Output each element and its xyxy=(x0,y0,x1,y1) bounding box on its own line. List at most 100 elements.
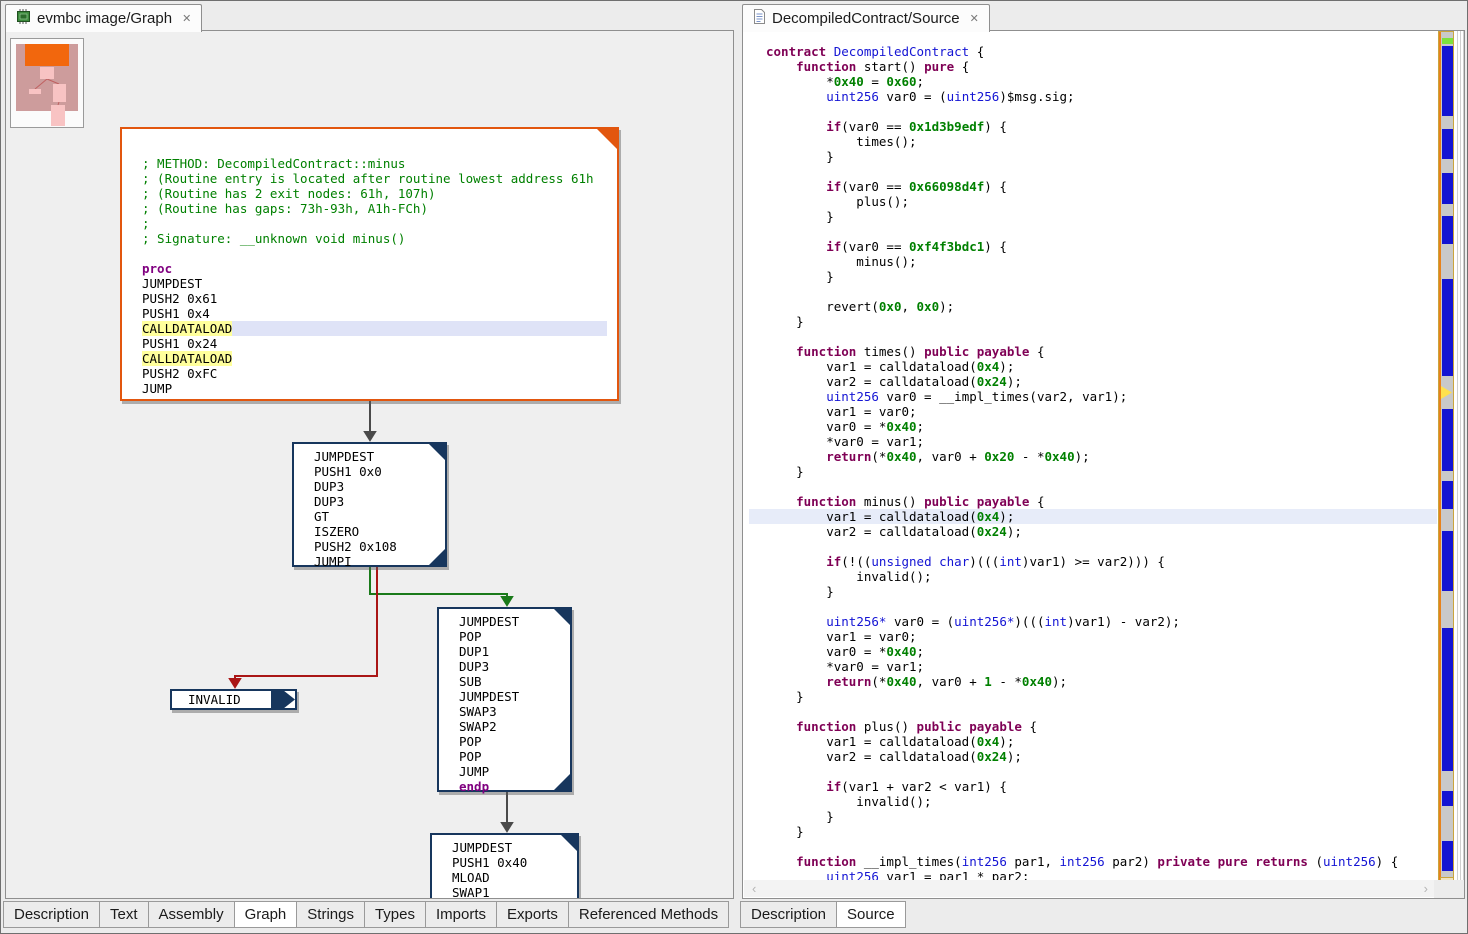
source-line: *0x40 = 0x60; xyxy=(749,74,1437,89)
ruler-green-mark[interactable] xyxy=(1442,38,1453,44)
minimap-viewport[interactable] xyxy=(25,44,69,66)
horizontal-scrollbar[interactable]: ‹ › xyxy=(744,880,1436,897)
node-code: JUMPDESTPUSH1 0x40MLOADSWAP1DUP2 xyxy=(432,835,577,899)
asm-line: ; Signature: __unknown void minus() xyxy=(142,231,617,246)
source-line: function plus() public payable { xyxy=(749,719,1437,734)
asm-line: ; (Routine has 2 exit nodes: 61h, 107h) xyxy=(142,186,617,201)
source-line: *var0 = var1; xyxy=(749,659,1437,674)
asm-line: PUSH2 0xFC xyxy=(142,366,617,381)
scrollbar-corner xyxy=(1434,880,1464,898)
document-icon xyxy=(753,9,766,28)
asm-line: JUMPDEST xyxy=(142,276,617,291)
graph-node-invalid[interactable]: INVALID xyxy=(170,689,297,710)
ruler-mark[interactable] xyxy=(1442,46,1453,116)
source-line: } xyxy=(749,689,1437,704)
ruler-mark[interactable] xyxy=(1442,216,1453,244)
tab-exports[interactable]: Exports xyxy=(496,901,569,928)
ruler-mark[interactable] xyxy=(1442,409,1453,471)
tab-referenced-methods[interactable]: Referenced Methods xyxy=(568,901,729,928)
source-line: if(!((unsigned char)(((int)var1) >= var2… xyxy=(749,554,1437,569)
graph-node-condition[interactable]: JUMPDESTPUSH1 0x0DUP3DUP3GTISZEROPUSH2 0… xyxy=(292,442,447,567)
ruler-mark[interactable] xyxy=(1442,628,1453,771)
source-line: var2 = calldataload(0x24); xyxy=(749,749,1437,764)
source-line: contract DecompiledContract { xyxy=(749,44,1437,59)
tab-text[interactable]: Text xyxy=(99,901,149,928)
fold-corner-icon xyxy=(597,129,617,149)
ruler-mark[interactable] xyxy=(1442,791,1453,806)
graph-canvas[interactable]: ; METHOD: DecompiledContract::minus; (Ro… xyxy=(5,30,734,899)
scroll-left-icon[interactable]: ‹ xyxy=(752,881,756,896)
tab-description[interactable]: Description xyxy=(3,901,100,928)
asm-line: CALLDATALOAD xyxy=(142,351,617,366)
asm-line: JUMPI xyxy=(314,554,445,569)
asm-line: POP xyxy=(459,734,570,749)
close-icon[interactable]: ✕ xyxy=(182,12,191,25)
source-line: function times() public payable { xyxy=(749,344,1437,359)
source-line: revert(0x0, 0x0); xyxy=(749,299,1437,314)
source-line xyxy=(749,104,1437,119)
tab-graph-title: evmbc image/Graph xyxy=(37,10,172,27)
ruler-mark[interactable] xyxy=(1442,129,1453,159)
source-line: } xyxy=(749,314,1437,329)
source-code[interactable]: contract DecompiledContract { function s… xyxy=(749,44,1437,884)
asm-line: ; METHOD: DecompiledContract::minus xyxy=(142,156,617,171)
source-line: *var0 = var1; xyxy=(749,434,1437,449)
source-panel-tabbar: DescriptionSource xyxy=(740,901,1467,932)
source-line: uint256 var0 = __impl_times(var2, var1); xyxy=(749,389,1437,404)
source-line: var0 = *0x40; xyxy=(749,419,1437,434)
tab-source[interactable]: Source xyxy=(836,901,906,928)
current-position-arrow-icon[interactable] xyxy=(1441,386,1452,399)
fold-corner-icon xyxy=(561,835,577,851)
overview-ruler-rail[interactable] xyxy=(1436,31,1464,881)
source-line: if(var0 == 0x1d3b9edf) { xyxy=(749,119,1437,134)
ruler-mark[interactable] xyxy=(1442,279,1453,376)
tab-graph-view[interactable]: evmbc image/Graph ✕ xyxy=(5,4,202,32)
scroll-right-icon[interactable]: › xyxy=(1424,881,1428,896)
source-line: } xyxy=(749,149,1437,164)
source-line: function minus() public payable { xyxy=(749,494,1437,509)
source-line: return(*0x40, var0 + 0x20 - *0x40); xyxy=(749,449,1437,464)
tab-source-title: DecompiledContract/Source xyxy=(772,10,960,27)
source-line: } xyxy=(749,269,1437,284)
minimap-node xyxy=(29,89,41,94)
overview-ruler[interactable] xyxy=(1438,31,1454,881)
node-code: JUMPDESTPUSH1 0x0DUP3DUP3GTISZEROPUSH2 0… xyxy=(294,444,445,569)
asm-line: PUSH1 0x40 xyxy=(452,855,577,870)
graph-node-tail[interactable]: JUMPDESTPUSH1 0x40MLOADSWAP1DUP2 xyxy=(430,833,579,899)
tab-graph[interactable]: Graph xyxy=(234,901,298,928)
tab-source-view[interactable]: DecompiledContract/Source ✕ xyxy=(742,4,990,32)
tab-assembly[interactable]: Assembly xyxy=(148,901,235,928)
asm-line: JUMPDEST xyxy=(459,689,570,704)
asm-line: SWAP3 xyxy=(459,704,570,719)
source-line: var1 = calldataload(0x4); xyxy=(749,734,1437,749)
app-window: evmbc image/Graph ✕ DecompiledContract/S… xyxy=(0,0,1468,934)
source-line xyxy=(749,764,1437,779)
graph-node-entry[interactable]: ; METHOD: DecompiledContract::minus; (Ro… xyxy=(120,127,619,401)
source-line: if(var1 + var2 < var1) { xyxy=(749,779,1437,794)
source-line: plus(); xyxy=(749,194,1437,209)
asm-line: PUSH1 0x24 xyxy=(142,336,617,351)
ruler-mark[interactable] xyxy=(1442,841,1453,871)
scrollbar-groove xyxy=(1463,31,1464,881)
asm-line: CALLDATALOAD xyxy=(142,321,607,336)
ruler-mark[interactable] xyxy=(1442,481,1453,509)
tab-strings[interactable]: Strings xyxy=(296,901,365,928)
graph-node-body[interactable]: JUMPDESTPOPDUP1DUP3SUBJUMPDESTSWAP3SWAP2… xyxy=(437,607,572,792)
source-line: invalid(); xyxy=(749,794,1437,809)
graph-minimap[interactable] xyxy=(10,38,84,128)
source-line xyxy=(749,284,1437,299)
tab-imports[interactable]: Imports xyxy=(425,901,497,928)
source-line: if(var0 == 0xf4f3bdc1) { xyxy=(749,239,1437,254)
asm-line: GT xyxy=(314,509,445,524)
tab-types[interactable]: Types xyxy=(364,901,426,928)
tab-description[interactable]: Description xyxy=(740,901,837,928)
asm-line: DUP1 xyxy=(459,644,570,659)
close-icon[interactable]: ✕ xyxy=(970,12,979,25)
fold-corner-icon xyxy=(554,609,570,625)
graph-panel-tabbar: DescriptionTextAssemblyGraphStringsTypes… xyxy=(3,901,737,932)
ruler-mark[interactable] xyxy=(1442,531,1453,591)
node-code: ; METHOD: DecompiledContract::minus; (Ro… xyxy=(122,129,617,396)
asm-line xyxy=(142,246,617,261)
source-editor[interactable]: contract DecompiledContract { function s… xyxy=(742,30,1465,899)
ruler-mark[interactable] xyxy=(1442,173,1453,204)
